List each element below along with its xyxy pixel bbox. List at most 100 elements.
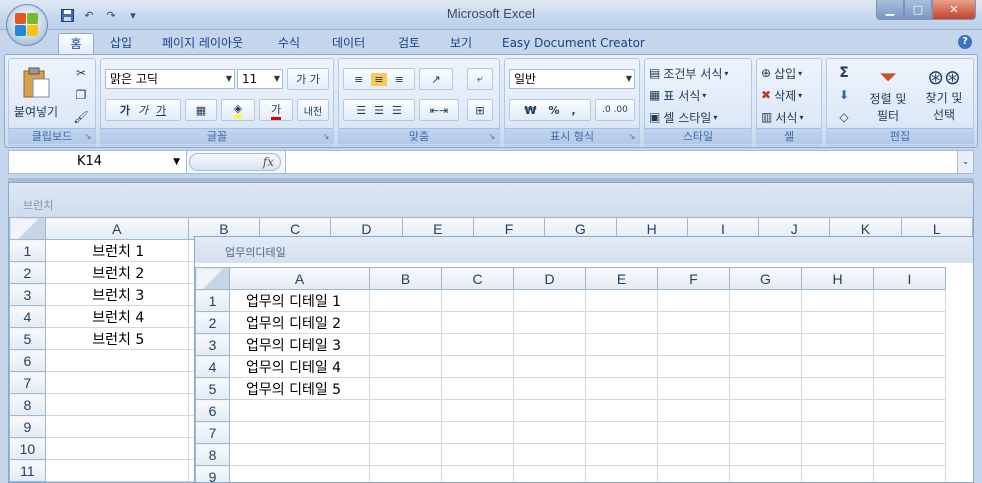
- cell[interactable]: [657, 443, 730, 466]
- font-name-combo[interactable]: 맑은 고딕 ▼: [105, 69, 235, 89]
- row-header[interactable]: 8: [9, 393, 46, 416]
- cell[interactable]: [873, 311, 946, 334]
- cell[interactable]: [801, 421, 874, 444]
- cell[interactable]: [729, 289, 802, 312]
- select-all-corner[interactable]: [195, 267, 230, 290]
- cell[interactable]: [801, 465, 874, 482]
- cell[interactable]: [585, 421, 658, 444]
- cell[interactable]: [441, 333, 514, 356]
- font-color-button[interactable]: 가: [259, 99, 293, 121]
- cell[interactable]: [441, 311, 514, 334]
- row-header[interactable]: 6: [9, 349, 46, 372]
- cell[interactable]: [657, 377, 730, 400]
- cell[interactable]: [441, 443, 514, 466]
- cell[interactable]: [801, 443, 874, 466]
- cell[interactable]: [585, 311, 658, 334]
- cell[interactable]: [513, 289, 586, 312]
- expand-formula-bar-icon[interactable]: ⌄: [957, 151, 973, 173]
- cell[interactable]: 브런치 3: [44, 283, 189, 306]
- cell[interactable]: [729, 355, 802, 378]
- cell[interactable]: [585, 333, 658, 356]
- tab-view[interactable]: 보기: [440, 33, 482, 54]
- row-header[interactable]: 2: [195, 311, 230, 334]
- column-header[interactable]: H: [801, 267, 874, 290]
- cell[interactable]: [369, 333, 442, 356]
- cell[interactable]: [729, 399, 802, 422]
- cell[interactable]: [369, 465, 442, 482]
- cell[interactable]: [369, 399, 442, 422]
- tab-data[interactable]: 데이터: [322, 33, 375, 54]
- row-header[interactable]: 7: [9, 371, 46, 394]
- cell[interactable]: [657, 355, 730, 378]
- column-header[interactable]: A: [44, 217, 189, 240]
- help-icon[interactable]: ?: [958, 35, 972, 49]
- grow-shrink-font-buttons[interactable]: 가 가: [287, 68, 329, 90]
- cell[interactable]: [585, 465, 658, 482]
- cell[interactable]: 업무의 디테일 2: [229, 311, 370, 334]
- cell[interactable]: [441, 399, 514, 422]
- dialog-launcher-icon[interactable]: ↘: [83, 132, 93, 142]
- align-right-icon[interactable]: ☰: [392, 104, 402, 117]
- cell[interactable]: 업무의 디테일 3: [229, 333, 370, 356]
- cell[interactable]: [369, 355, 442, 378]
- cell[interactable]: [657, 333, 730, 356]
- bold-button[interactable]: 가: [120, 102, 130, 118]
- copy-icon[interactable]: ❐: [71, 85, 91, 105]
- name-box[interactable]: K14 ▼: [9, 151, 187, 173]
- formula-input[interactable]: [285, 151, 957, 173]
- cell[interactable]: [873, 421, 946, 444]
- worksheet-grid-work-detail[interactable]: A B C D E F G H I 1 업무의 디테일 1 2 업무의 디테일 2 3 업무의 디테일 34…: [195, 267, 946, 482]
- row-header[interactable]: 2: [9, 261, 46, 284]
- cell[interactable]: [513, 311, 586, 334]
- font-size-combo[interactable]: 11 ▼: [237, 69, 283, 89]
- fill-color-button[interactable]: ◈: [221, 99, 255, 121]
- cell[interactable]: [44, 437, 189, 460]
- row-header[interactable]: 4: [195, 355, 230, 378]
- cell[interactable]: [729, 311, 802, 334]
- cell[interactable]: [229, 443, 370, 466]
- row-header[interactable]: 5: [9, 327, 46, 350]
- wrap-text-button[interactable]: ⤶: [467, 68, 493, 90]
- select-all-corner[interactable]: [9, 217, 46, 240]
- insert-function-icon[interactable]: fx: [263, 154, 274, 170]
- maximize-button[interactable]: □: [904, 0, 932, 20]
- cell[interactable]: [44, 415, 189, 438]
- italic-button[interactable]: 가: [138, 102, 148, 118]
- cut-icon[interactable]: ✂: [71, 63, 91, 83]
- dialog-launcher-icon[interactable]: ↘: [627, 132, 637, 142]
- cell[interactable]: 업무의 디테일 4: [229, 355, 370, 378]
- cell[interactable]: [873, 333, 946, 356]
- tab-easy-document-creator[interactable]: Easy Document Creator: [492, 33, 655, 54]
- cell[interactable]: [585, 399, 658, 422]
- cell[interactable]: [369, 311, 442, 334]
- cell[interactable]: [873, 377, 946, 400]
- cell[interactable]: [441, 465, 514, 482]
- row-header[interactable]: 9: [9, 415, 46, 438]
- tab-page-layout[interactable]: 페이지 레이아웃: [152, 33, 253, 54]
- close-button[interactable]: ✕: [932, 0, 976, 20]
- underline-button[interactable]: 가: [156, 102, 166, 118]
- insert-cells-button[interactable]: ⊕ 삽입 ▾: [761, 63, 819, 83]
- format-painter-icon[interactable]: 🖌: [71, 107, 91, 127]
- comma-button[interactable]: ,: [571, 104, 575, 117]
- cell[interactable]: [801, 333, 874, 356]
- column-header[interactable]: C: [441, 267, 514, 290]
- dialog-launcher-icon[interactable]: ↘: [487, 132, 497, 142]
- format-as-table-button[interactable]: ▦ 표 서식 ▾: [649, 85, 749, 105]
- column-header[interactable]: G: [729, 267, 802, 290]
- cell[interactable]: [801, 377, 874, 400]
- row-header[interactable]: 3: [9, 283, 46, 306]
- cell[interactable]: [657, 465, 730, 482]
- merge-center-button[interactable]: ⊞: [467, 99, 493, 121]
- row-header[interactable]: 6: [195, 399, 230, 422]
- cell[interactable]: [513, 377, 586, 400]
- cell[interactable]: [873, 355, 946, 378]
- cell[interactable]: [801, 355, 874, 378]
- cell[interactable]: [513, 399, 586, 422]
- cell[interactable]: [369, 443, 442, 466]
- row-header[interactable]: 1: [9, 239, 46, 262]
- cell-styles-button[interactable]: ▣ 셀 스타일 ▾: [649, 107, 749, 127]
- autosum-button[interactable]: Σ: [831, 63, 857, 83]
- row-header[interactable]: 1: [195, 289, 230, 312]
- row-header[interactable]: 10: [9, 437, 46, 460]
